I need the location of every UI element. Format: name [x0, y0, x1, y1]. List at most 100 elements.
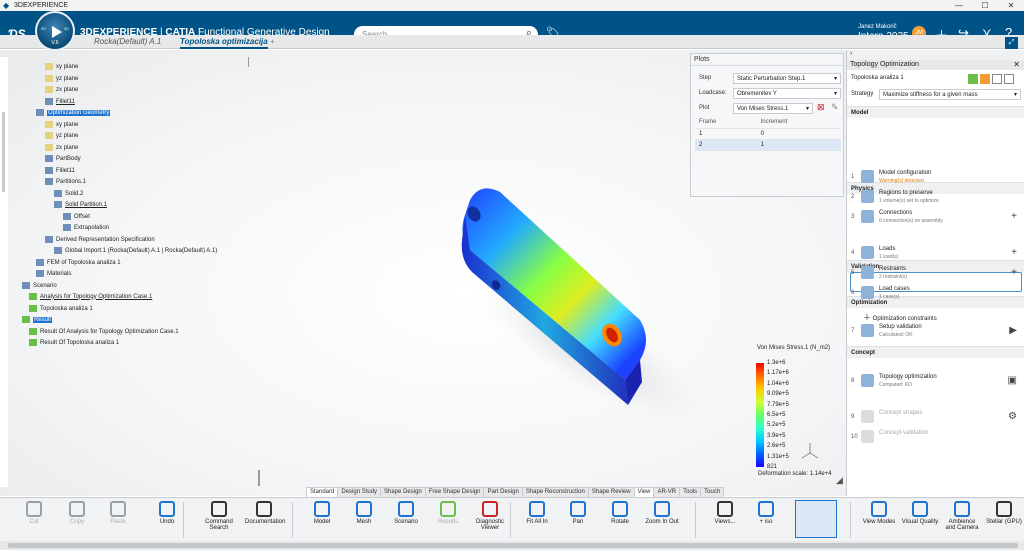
tree-node[interactable]: Offset: [63, 213, 90, 220]
workflow-step[interactable]: 6 Load cases 1 case(s): [849, 284, 1023, 302]
workflow-step[interactable]: 4 Loads 1 load(s) +: [849, 244, 1023, 262]
toolbar-button[interactable]: Visual Quality: [901, 501, 939, 525]
toolbar-tab[interactable]: Shape Design: [380, 487, 426, 497]
workflow-step[interactable]: 10 Concept validation: [849, 428, 1023, 446]
workflow-step[interactable]: 5 Restraints 2 restraint(s) +: [849, 264, 1023, 282]
axis-triad-icon[interactable]: [800, 441, 820, 461]
workflow-step[interactable]: 7 Setup validation Calculated: OK ▶: [849, 322, 1023, 340]
toolbar-button[interactable]: Zoom In Out: [643, 501, 681, 525]
workflow-step[interactable]: 1 Model configuration Warning(s) detected: [849, 168, 1023, 186]
tree-node[interactable]: Result Of Topoloska analiza 1: [29, 339, 119, 346]
panel-tool-icon[interactable]: [992, 74, 1002, 84]
table-row[interactable]: 1 0: [695, 128, 841, 140]
plot-options-icon[interactable]: ⊠: [817, 102, 825, 113]
workflow-step[interactable]: 3 Connections 0 connection(s) on assembly +: [849, 208, 1023, 226]
panel-collapse-button[interactable]: ›: [847, 50, 1024, 60]
step-action-button[interactable]: ▣: [1008, 375, 1017, 386]
toolbar-button[interactable]: Results: [429, 501, 467, 525]
toolbar-button[interactable]: Pan: [559, 501, 597, 525]
strategy-dropdown[interactable]: Maximize stiffness for a given mass: [879, 89, 1021, 100]
tree-node[interactable]: Partitions.1: [45, 178, 86, 185]
edit-icon[interactable]: ✎: [831, 102, 839, 113]
minimize-button[interactable]: —: [946, 0, 972, 11]
tree-node[interactable]: yz plane: [45, 75, 78, 82]
toolbar-button[interactable]: Documentation: [245, 501, 285, 525]
tree-node[interactable]: xy plane: [45, 121, 78, 128]
new-tab-button[interactable]: +: [270, 37, 275, 46]
step-dropdown[interactable]: Static Perturbation Step.1: [733, 73, 841, 84]
toolbar-button[interactable]: Mesh: [345, 501, 383, 525]
toolbar-button[interactable]: Model: [303, 501, 341, 525]
toolbar-button[interactable]: Paste: [99, 501, 137, 525]
tab-rocka[interactable]: Rocka(Default) A.1: [94, 37, 161, 46]
panel-tool-icon[interactable]: [968, 74, 978, 84]
tree-node[interactable]: Fillet11: [45, 98, 75, 105]
step-action-button[interactable]: +: [1011, 267, 1017, 278]
tree-node[interactable]: Result: [22, 316, 53, 323]
expand-icon[interactable]: ⤢: [1005, 37, 1018, 49]
tree-scrollbar-thumb[interactable]: [2, 112, 5, 192]
toolbar-button[interactable]: Diagnostic Viewer: [471, 501, 509, 531]
panel-tool-icon[interactable]: [980, 74, 990, 84]
toolbar-tab[interactable]: View: [633, 487, 655, 497]
horizontal-scrollbar[interactable]: [0, 541, 1024, 550]
tree-node[interactable]: PartBody: [45, 155, 81, 162]
toolbar-button[interactable]: Cut: [15, 501, 53, 525]
tree-node[interactable]: zx plane: [45, 144, 78, 151]
tree-node[interactable]: Fillet11: [45, 167, 75, 174]
toolbar-tab[interactable]: AR-VR: [653, 487, 681, 497]
table-row[interactable]: 2 1: [695, 139, 841, 151]
tab-topoloska-optimizacija[interactable]: Topoloska optimizacija: [180, 37, 268, 49]
tree-node[interactable]: Topoloska analiza 1: [29, 305, 93, 312]
toolbar-tab[interactable]: Touch: [700, 487, 725, 497]
workflow-step[interactable]: 9 Concept shapes ⚙: [849, 408, 1023, 426]
workflow-step[interactable]: 8 Topology optimization Computed: KO ▣: [849, 372, 1023, 390]
tree-node[interactable]: Solid Partition.1: [54, 201, 107, 208]
panel-tool-icon[interactable]: [1004, 74, 1014, 84]
tree-node[interactable]: yz plane: [45, 132, 78, 139]
tree-node[interactable]: Extrapolation: [63, 224, 109, 231]
toolbar-button[interactable]: Stellar (GPU): [985, 501, 1023, 525]
tree-node[interactable]: Derived Representation Specification: [45, 236, 155, 243]
toolbar-tab[interactable]: Shape Review: [587, 487, 635, 497]
tree-node[interactable]: xy plane: [45, 63, 78, 70]
toolbar-tab[interactable]: Part Design: [483, 487, 523, 497]
tree-node[interactable]: zx plane: [45, 86, 78, 93]
toolbar-tab[interactable]: Tools: [679, 487, 702, 497]
toolbar-button[interactable]: + iso: [747, 501, 785, 525]
tree-node[interactable]: Scenario: [22, 282, 57, 289]
toolbar-button[interactable]: Ambience and Camera: [943, 501, 981, 531]
toolbar-button[interactable]: View Modes: [860, 501, 898, 525]
tree-node[interactable]: Materials: [36, 270, 71, 277]
tree-node[interactable]: Solid.2: [54, 190, 83, 197]
close-button[interactable]: ✕: [998, 0, 1024, 11]
toolbar-tab[interactable]: Design Study: [337, 487, 382, 497]
loadcase-dropdown[interactable]: Obremenitev Y: [733, 88, 841, 99]
toolbar-tab[interactable]: Free Shape Design: [424, 487, 485, 497]
tree-splitter[interactable]: [258, 470, 260, 486]
toolbar-tab[interactable]: Standard: [306, 487, 339, 497]
toolbar-button[interactable]: Views...: [706, 501, 744, 525]
resize-handle-icon[interactable]: ◢: [836, 475, 843, 486]
toolbar-tab[interactable]: Shape Reconstruction: [521, 487, 589, 497]
toolbar-button[interactable]: Command Search: [200, 501, 238, 531]
toolbar-button[interactable]: Rotate: [601, 501, 639, 525]
tree-node[interactable]: Result Of Analysis for Topology Optimiza…: [29, 328, 179, 335]
step-action-button[interactable]: +: [1011, 247, 1017, 258]
toolbar-button[interactable]: Undo: [148, 501, 186, 525]
tree-node[interactable]: Global Import.1 (Rocka(Default) A.1 | Ro…: [54, 247, 217, 254]
tree-node[interactable]: Analysis for Topology Optimization Case.…: [29, 293, 152, 300]
compass-widget[interactable]: 3D 3D V.6: [35, 11, 75, 51]
step-action-button[interactable]: ⚙: [1008, 411, 1017, 422]
workflow-step[interactable]: 2 Regions to preserve 1 volume(s) set to o…: [849, 188, 1023, 206]
toolbar-button[interactable]: Scenario: [387, 501, 425, 525]
toolbar-button[interactable]: Fit All In: [518, 501, 556, 525]
toolbar-button[interactable]: Copy: [58, 501, 96, 525]
plot-dropdown[interactable]: Von Mises Stress.1: [733, 103, 813, 114]
horizontal-scrollbar-thumb[interactable]: [8, 543, 1018, 548]
step-action-button[interactable]: ▶: [1009, 325, 1017, 336]
maximize-button[interactable]: ☐: [972, 0, 998, 11]
panel-close-icon[interactable]: ✕: [1013, 60, 1020, 69]
tree-node[interactable]: FEM of Topoloska analiza 1: [36, 259, 121, 266]
step-action-button[interactable]: +: [1011, 211, 1017, 222]
